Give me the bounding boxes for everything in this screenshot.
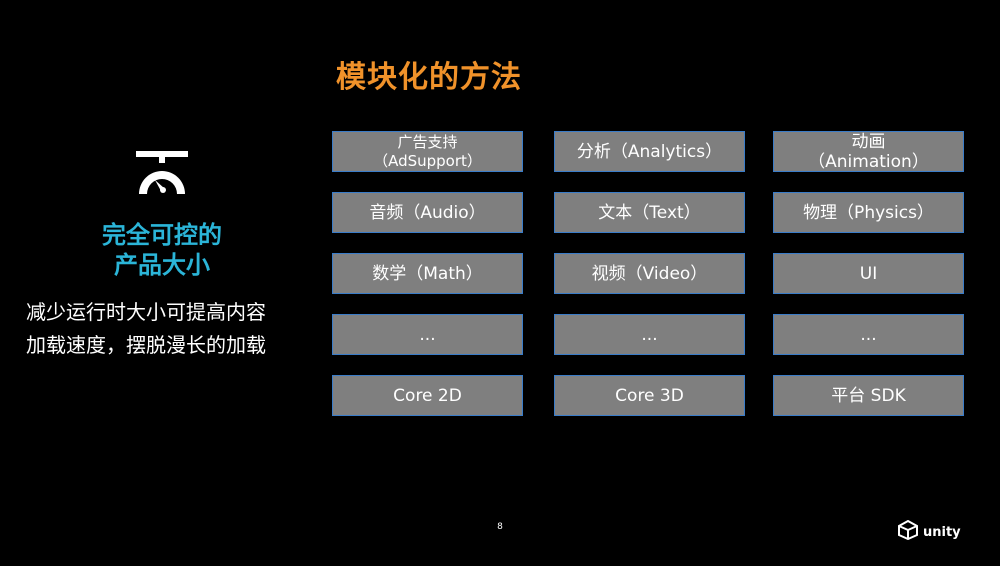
module-box: 平台 SDK [773, 375, 964, 416]
unity-logo: unity [897, 519, 961, 544]
page-number: 8 [497, 522, 503, 532]
description-line: 加载速度，摆脱漫长的加载 [26, 333, 266, 357]
module-box: Core 3D [554, 375, 745, 416]
slide: 模块化的方法 完全可控的 产品大小 减少运行时大小可提高内容 加载速度，摆脱漫长… [0, 0, 1000, 566]
headline-line: 完全可控的 [102, 221, 222, 249]
logo-text: unity [923, 524, 961, 540]
unity-cube-icon [897, 519, 919, 544]
slide-title: 模块化的方法 [336, 60, 522, 95]
module-box: ... [773, 314, 964, 355]
module-box: Core 2D [332, 375, 523, 416]
module-box: 广告支持 （AdSupport） [332, 131, 523, 172]
description-line: 减少运行时大小可提高内容 [26, 300, 266, 324]
module-box: 视频（Video） [554, 253, 745, 294]
module-box: UI [773, 253, 964, 294]
description: 减少运行时大小可提高内容 加载速度，摆脱漫长的加载 [26, 296, 316, 362]
module-box: 动画 （Animation） [773, 131, 964, 172]
module-box: 分析（Analytics） [554, 131, 745, 172]
headline: 完全可控的 产品大小 [58, 220, 266, 280]
module-box: ... [332, 314, 523, 355]
module-box: ... [554, 314, 745, 355]
headline-line: 产品大小 [114, 251, 210, 279]
module-box: 音频（Audio） [332, 192, 523, 233]
module-box: 数学（Math） [332, 253, 523, 294]
module-box: 文本（Text） [554, 192, 745, 233]
control-gauge-icon [133, 150, 191, 198]
module-box: 物理（Physics） [773, 192, 964, 233]
